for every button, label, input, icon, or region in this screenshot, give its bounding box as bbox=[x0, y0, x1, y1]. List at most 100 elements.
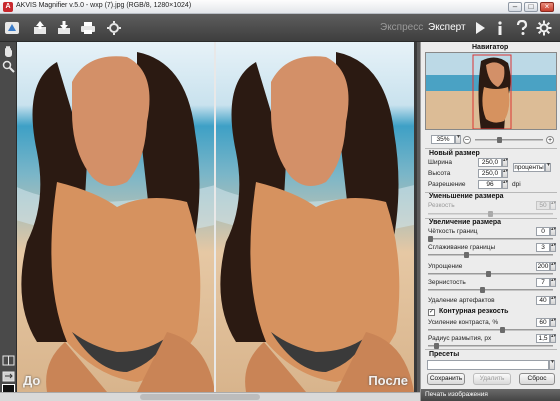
settings-gear-icon[interactable] bbox=[106, 20, 122, 36]
presets-dropdown-arrow[interactable]: ▼ bbox=[549, 360, 555, 370]
simplification-spinner[interactable]: ▴▾ bbox=[550, 262, 556, 271]
slider-thumb[interactable] bbox=[488, 211, 493, 217]
edge-sharpness-slider[interactable] bbox=[428, 236, 553, 242]
resolution-row: Разрешение 96 ▴▾ dpi bbox=[426, 180, 558, 190]
slider-thumb[interactable] bbox=[486, 271, 491, 277]
app-logo-icon[interactable] bbox=[4, 20, 20, 36]
navigator-preview[interactable] bbox=[425, 52, 557, 130]
edge-sharpness-field[interactable]: 0 bbox=[536, 227, 550, 236]
graininess-slider[interactable] bbox=[428, 287, 553, 293]
scrollbar-thumb[interactable] bbox=[140, 394, 260, 400]
swap-view-icon[interactable] bbox=[2, 370, 15, 383]
radius-spinner[interactable]: ▴▾ bbox=[550, 334, 556, 343]
mode-expert-button[interactable]: Эксперт bbox=[428, 22, 466, 33]
upscale-title: Увеличение размера bbox=[429, 219, 502, 226]
radius-row: Радиус размытия, px 1,5 ▴▾ bbox=[426, 334, 558, 344]
height-spinner[interactable]: ▴▾ bbox=[502, 169, 508, 178]
edge-smoothing-label: Сглаживание границы bbox=[428, 244, 496, 251]
hand-tool-icon[interactable] bbox=[2, 45, 15, 58]
height-label: Высота bbox=[428, 170, 451, 177]
contour-sharpness-title: Контурная резкость bbox=[439, 308, 509, 315]
minimize-button[interactable]: – bbox=[508, 2, 522, 12]
artifact-removal-label: Удаление артефактов bbox=[428, 297, 495, 304]
window-title: AKVIS Magnifier v.5.0 - wxp (7).jpg (RGB… bbox=[16, 2, 192, 9]
help-icon[interactable] bbox=[514, 20, 530, 36]
zoom-dropdown-arrow[interactable]: ▼ bbox=[455, 135, 461, 144]
edge-sharpness-spinner[interactable]: ▴▾ bbox=[550, 227, 556, 236]
edge-smoothing-row: Сглаживание границы 3 ▴▾ bbox=[426, 243, 558, 253]
radius-slider[interactable] bbox=[428, 343, 553, 349]
after-image bbox=[216, 42, 414, 392]
resolution-label: Разрешение bbox=[428, 181, 466, 188]
radius-field[interactable]: 1,5 bbox=[536, 334, 550, 343]
before-label: До bbox=[23, 373, 41, 388]
width-field[interactable]: 250,0 bbox=[478, 158, 502, 167]
presets-title: Пресеты bbox=[429, 351, 460, 358]
slider-thumb[interactable] bbox=[464, 252, 469, 258]
downscale-sharpness-label: Резкость bbox=[428, 202, 455, 209]
edge-sharpness-row: Чёткость границ 0 ▴▾ bbox=[426, 227, 558, 237]
left-toolbar bbox=[0, 42, 17, 397]
width-label: Ширина bbox=[428, 159, 453, 166]
split-view-icon[interactable] bbox=[2, 354, 15, 367]
maximize-button[interactable]: □ bbox=[524, 2, 538, 12]
horizontal-scrollbar[interactable] bbox=[0, 392, 420, 401]
slider-thumb[interactable] bbox=[428, 236, 433, 242]
edge-sharpness-label: Чёткость границ bbox=[428, 228, 478, 235]
downscale-sharpness-spinner[interactable]: ▴▾ bbox=[550, 201, 556, 210]
artifact-removal-row: Удаление артефактов 40 ▴▾ bbox=[426, 296, 558, 306]
reset-button[interactable]: Сброс bbox=[519, 373, 555, 385]
simplification-slider[interactable] bbox=[428, 271, 553, 277]
height-row: Высота 250,0 ▴▾ bbox=[426, 169, 558, 179]
simplification-label: Упрощение bbox=[428, 263, 463, 270]
slider-thumb[interactable] bbox=[480, 287, 485, 293]
print-icon[interactable] bbox=[80, 20, 96, 36]
zoom-out-button[interactable]: – bbox=[463, 136, 471, 144]
edge-smoothing-spinner[interactable]: ▴▾ bbox=[550, 243, 556, 252]
resolution-spinner[interactable]: ▴▾ bbox=[502, 180, 508, 189]
toolbar: Экспресс Эксперт bbox=[0, 14, 560, 42]
close-button[interactable]: × bbox=[540, 2, 554, 12]
zoom-tool-icon[interactable] bbox=[2, 60, 15, 73]
contrast-spinner[interactable]: ▴▾ bbox=[550, 318, 556, 327]
open-icon[interactable] bbox=[32, 20, 48, 36]
graininess-row: Зернистость 7 ▴▾ bbox=[426, 278, 558, 288]
resolution-field[interactable]: 96 bbox=[478, 180, 502, 189]
presets-select[interactable] bbox=[427, 360, 549, 370]
before-pane: До bbox=[17, 42, 215, 392]
downscale-sharpness-row: Резкость 50 ▴▾ bbox=[426, 201, 558, 211]
save-preset-button[interactable]: Сохранить bbox=[427, 373, 465, 385]
graininess-spinner[interactable]: ▴▾ bbox=[550, 278, 556, 287]
after-pane: После bbox=[216, 42, 414, 392]
artifact-removal-spinner[interactable]: ▴▾ bbox=[550, 296, 556, 305]
width-spinner[interactable]: ▴▾ bbox=[502, 158, 508, 167]
zoom-in-button[interactable]: + bbox=[546, 136, 554, 144]
mode-express-button[interactable]: Экспресс bbox=[380, 22, 423, 33]
zoom-slider-thumb[interactable] bbox=[497, 137, 502, 143]
app-icon: A bbox=[3, 2, 13, 12]
contrast-field[interactable]: 60 bbox=[536, 318, 550, 327]
zoom-select[interactable]: 35% bbox=[431, 135, 455, 144]
edge-smoothing-field[interactable]: 3 bbox=[536, 243, 550, 252]
info-icon[interactable] bbox=[492, 20, 508, 36]
simplification-field[interactable]: 200 bbox=[536, 262, 550, 271]
zoom-slider[interactable] bbox=[475, 137, 543, 143]
delete-preset-button[interactable]: Удалить bbox=[473, 373, 511, 385]
slider-thumb[interactable] bbox=[500, 327, 505, 333]
navigator-title: Навигатор bbox=[472, 44, 509, 51]
artifact-removal-field[interactable]: 40 bbox=[536, 296, 550, 305]
before-image bbox=[17, 42, 215, 392]
print-image-bar[interactable]: Печать изображения bbox=[421, 389, 560, 401]
graininess-label: Зернистость bbox=[428, 279, 466, 286]
graininess-field[interactable]: 7 bbox=[536, 278, 550, 287]
save-icon[interactable] bbox=[56, 20, 72, 36]
contour-sharpness-checkbox[interactable]: ✓ bbox=[428, 309, 435, 316]
contrast-slider[interactable] bbox=[428, 327, 553, 333]
preferences-icon[interactable] bbox=[536, 20, 552, 36]
downscale-sharpness-slider[interactable] bbox=[428, 211, 553, 217]
downscale-sharpness-field[interactable]: 50 bbox=[536, 201, 550, 210]
height-field[interactable]: 250,0 bbox=[478, 169, 502, 178]
image-canvas[interactable]: До После bbox=[17, 42, 417, 392]
run-icon[interactable] bbox=[472, 20, 488, 36]
edge-smoothing-slider[interactable] bbox=[428, 252, 553, 258]
